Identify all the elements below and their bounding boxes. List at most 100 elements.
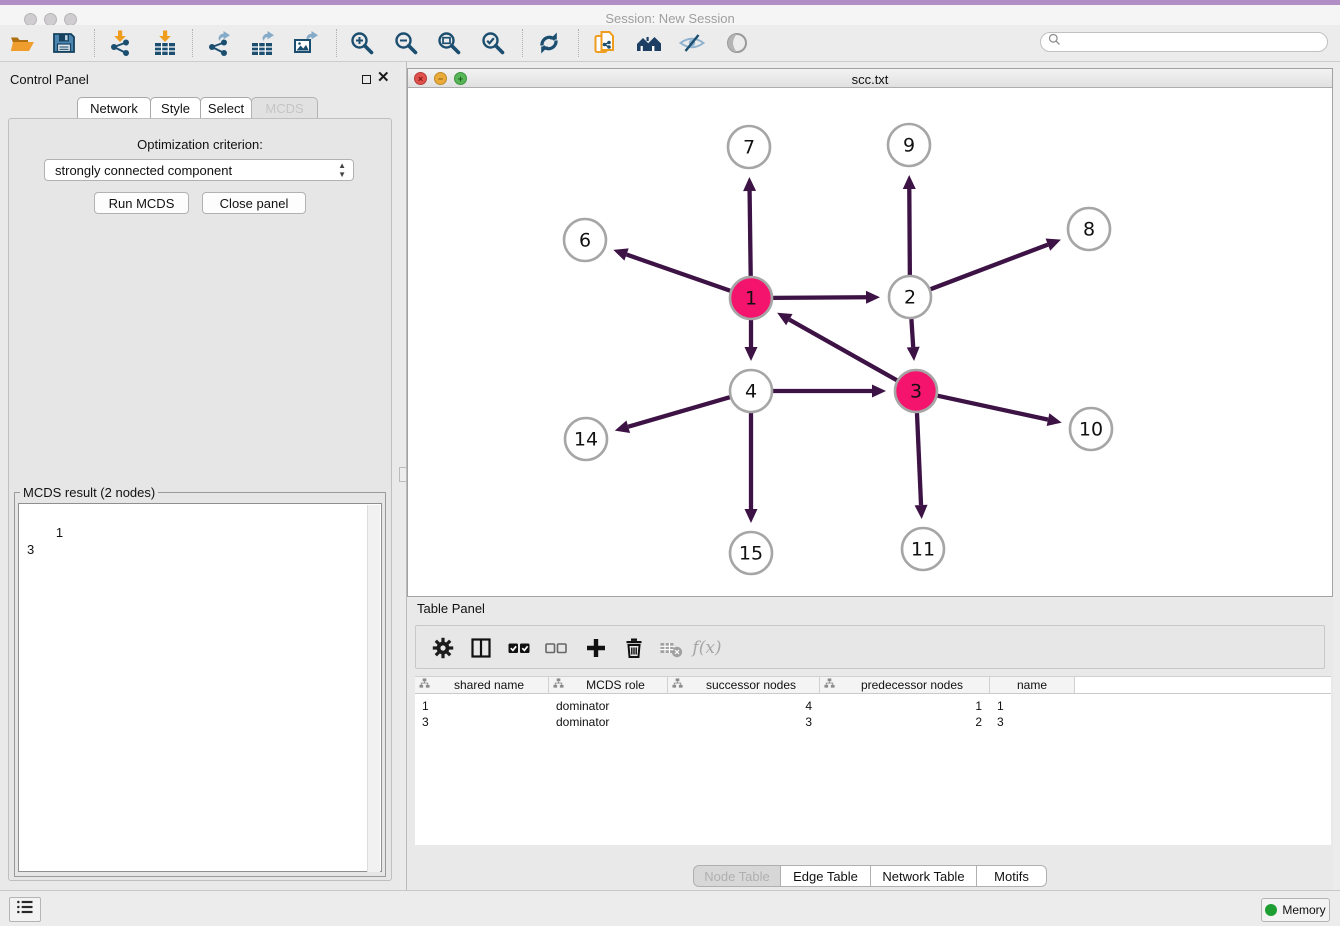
table-cell[interactable]: 1 <box>820 698 990 714</box>
edge-2-9[interactable] <box>903 175 916 275</box>
duplicate-network-icon[interactable] <box>591 29 619 57</box>
column-sort-icon[interactable] <box>824 678 835 692</box>
graph-node-11[interactable]: 11 <box>902 528 944 570</box>
table-cell[interactable]: 1 <box>415 698 549 714</box>
zoom-selected-icon[interactable] <box>479 29 507 57</box>
control-panel-close-icon[interactable]: ✕ <box>377 72 390 84</box>
column-header-predecessor-nodes[interactable]: predecessor nodes <box>820 676 990 694</box>
settings-gear-icon[interactable] <box>430 635 456 661</box>
export-image-icon[interactable] <box>292 29 320 57</box>
refresh-icon[interactable] <box>535 29 563 57</box>
column-header-successor-nodes[interactable]: successor nodes <box>668 676 820 694</box>
graph-node-3[interactable]: 3 <box>895 370 937 412</box>
table-cell[interactable]: 4 <box>668 698 820 714</box>
column-sort-icon[interactable] <box>553 678 564 692</box>
task-history-button[interactable] <box>9 897 41 922</box>
table-cell[interactable]: dominator <box>549 698 668 714</box>
control-panel-float-icon[interactable] <box>362 75 371 84</box>
column-layout-icon[interactable] <box>468 635 494 661</box>
table-panel: Table Panel ✕ f(x) shared nameMCDS roles… <box>407 598 1333 890</box>
edge-1-6[interactable] <box>613 248 730 290</box>
graph-node-6[interactable]: 6 <box>564 219 606 261</box>
arrowhead <box>745 509 758 523</box>
graph-node-8[interactable]: 8 <box>1068 208 1110 250</box>
tab-network[interactable]: Network <box>77 97 151 118</box>
edge-1-7[interactable] <box>743 177 756 276</box>
home-icon[interactable] <box>635 29 663 57</box>
close-panel-button[interactable]: Close panel <box>202 192 306 214</box>
criterion-select-value: strongly connected component <box>55 163 232 178</box>
table-row-3[interactable]: 3dominator323 <box>415 714 1075 730</box>
column-sort-icon[interactable] <box>672 678 683 692</box>
column-header-MCDS-role[interactable]: MCDS role <box>549 676 668 694</box>
export-network-icon[interactable] <box>204 29 232 57</box>
column-header-name[interactable]: name <box>990 676 1075 694</box>
table-cell[interactable]: 3 <box>668 714 820 730</box>
save-session-icon[interactable] <box>50 29 78 57</box>
table-cell[interactable]: 1 <box>990 698 1075 714</box>
edge-3-1[interactable] <box>777 313 897 380</box>
mcds-result-textarea[interactable]: 1 3 <box>18 503 382 872</box>
select-all-icon[interactable] <box>506 635 532 661</box>
edge-1-4[interactable] <box>745 320 758 361</box>
edge-1-2[interactable] <box>773 291 880 304</box>
add-row-icon[interactable] <box>583 635 609 661</box>
zoom-fit-icon[interactable] <box>435 29 463 57</box>
column-header-shared-name[interactable]: shared name <box>415 676 549 694</box>
edge-3-10[interactable] <box>937 396 1061 426</box>
delete-table-icon[interactable] <box>658 635 684 661</box>
delete-row-icon[interactable] <box>621 635 647 661</box>
graph-node-15[interactable]: 15 <box>730 532 772 574</box>
import-network-icon[interactable] <box>106 29 134 57</box>
hide-graphics-details-icon[interactable] <box>678 29 706 57</box>
column-header-label: MCDS role <box>564 678 667 692</box>
tab-edge-table[interactable]: Edge Table <box>780 865 871 887</box>
graph-node-7[interactable]: 7 <box>728 126 770 168</box>
column-sort-icon[interactable] <box>419 678 430 692</box>
edge-3-11[interactable] <box>915 413 928 519</box>
tab-motifs[interactable]: Motifs <box>976 865 1047 887</box>
zoom-in-icon[interactable] <box>348 29 376 57</box>
node-label: 3 <box>910 381 922 403</box>
graph-node-2[interactable]: 2 <box>889 276 931 318</box>
table-cell[interactable]: 3 <box>990 714 1075 730</box>
open-session-icon[interactable] <box>8 29 36 57</box>
search-input[interactable] <box>1040 32 1328 52</box>
show-graphics-details-icon[interactable] <box>723 29 751 57</box>
control-panel: Control Panel ✕ NetworkStyleSelectMCDS O… <box>0 62 400 890</box>
vertical-splitter-handle[interactable] <box>399 467 407 482</box>
table-cell[interactable]: 2 <box>820 714 990 730</box>
tab-style[interactable]: Style <box>150 97 201 118</box>
mcds-result-scrollbar[interactable] <box>367 505 380 872</box>
network-canvas[interactable]: 1 2 3 4 6 7 8 9 10 11 14 15 <box>408 88 1332 596</box>
tab-mcds[interactable]: MCDS <box>251 97 318 118</box>
zoom-out-icon[interactable] <box>392 29 420 57</box>
memory-button[interactable]: Memory <box>1261 898 1330 922</box>
edge-4-14[interactable] <box>615 397 730 433</box>
function-builder-icon[interactable]: f(x) <box>694 635 720 661</box>
edge-4-3[interactable] <box>773 385 886 398</box>
tab-node-table[interactable]: Node Table <box>693 865 781 887</box>
graph-node-1[interactable]: 1 <box>730 277 772 319</box>
column-header-label: predecessor nodes <box>835 678 989 692</box>
import-table-icon[interactable] <box>151 29 179 57</box>
table-cell[interactable]: dominator <box>549 714 668 730</box>
graph-node-10[interactable]: 10 <box>1070 408 1112 450</box>
table-row-1[interactable]: 1dominator411 <box>415 698 1075 714</box>
edge-2-8[interactable] <box>931 239 1061 290</box>
arrowhead <box>1046 239 1061 251</box>
tab-network-table[interactable]: Network Table <box>870 865 977 887</box>
table-cell[interactable]: 3 <box>415 714 549 730</box>
mcds-result-legend: MCDS result (2 nodes) <box>20 485 158 500</box>
graph-node-14[interactable]: 14 <box>565 418 607 460</box>
deselect-all-icon[interactable] <box>543 635 569 661</box>
export-table-icon[interactable] <box>248 29 276 57</box>
criterion-select[interactable]: strongly connected component ▲▼ <box>44 159 354 181</box>
graph-node-9[interactable]: 9 <box>888 124 930 166</box>
tab-select[interactable]: Select <box>200 97 252 118</box>
graph-node-4[interactable]: 4 <box>730 370 772 412</box>
main-titlebar: Session: New Session <box>0 5 1340 25</box>
edge-4-15[interactable] <box>745 413 758 523</box>
run-mcds-button[interactable]: Run MCDS <box>94 192 189 214</box>
edge-2-3[interactable] <box>907 319 920 361</box>
